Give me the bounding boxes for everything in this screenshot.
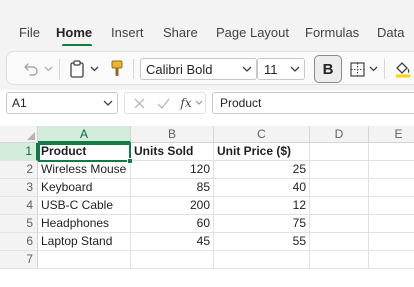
row-header-1[interactable]: 1 <box>0 143 38 161</box>
cell-c7[interactable] <box>214 251 310 269</box>
cell-e5[interactable] <box>369 215 414 233</box>
formula-input-value: Product <box>220 96 262 110</box>
toolbar-separator <box>59 59 60 79</box>
cell-d1[interactable] <box>310 143 369 161</box>
home-toolbar: Calibri Bold 11 B <box>6 51 414 85</box>
cell-d3[interactable] <box>310 179 369 197</box>
fill-color-icon[interactable] <box>393 59 413 79</box>
ribbon-tabs: File Home Insert Share Page Layout Formu… <box>0 0 414 47</box>
cell-b3[interactable]: 85 <box>131 179 214 197</box>
tab-data[interactable]: Data <box>377 25 404 40</box>
name-box[interactable]: A1 <box>6 92 118 114</box>
undo-dropdown-chevron-icon[interactable] <box>43 63 53 75</box>
tab-home[interactable]: Home <box>56 25 92 40</box>
insert-function-icon[interactable]: fx <box>178 95 194 111</box>
cell-e1[interactable] <box>369 143 414 161</box>
cell-e4[interactable] <box>369 197 414 215</box>
cell-b2[interactable]: 120 <box>131 161 214 179</box>
enter-check-icon[interactable] <box>156 97 170 109</box>
tab-insert[interactable]: Insert <box>111 25 144 40</box>
cell-e3[interactable] <box>369 179 414 197</box>
column-header-b[interactable]: B <box>131 126 214 143</box>
undo-icon[interactable] <box>21 59 41 79</box>
formula-controls: fx <box>124 92 206 114</box>
tab-page-layout[interactable]: Page Layout <box>216 25 289 40</box>
cell-e7[interactable] <box>369 251 414 269</box>
cell-d6[interactable] <box>310 233 369 251</box>
spreadsheet-grid: A B C D E 1 Product Units Sold Unit Pric… <box>0 116 414 287</box>
borders-icon[interactable] <box>348 60 366 78</box>
toolbar-separator <box>133 59 134 79</box>
chevron-down-icon[interactable] <box>195 99 203 107</box>
cell-a3[interactable]: Keyboard <box>38 179 131 197</box>
row-header-7[interactable]: 7 <box>0 251 38 269</box>
cell-b4[interactable]: 200 <box>131 197 214 215</box>
cell-e2[interactable] <box>369 161 414 179</box>
cell-c5[interactable]: 75 <box>214 215 310 233</box>
cell-d5[interactable] <box>310 215 369 233</box>
toolbar-separator <box>384 59 385 79</box>
font-size-combo[interactable]: 11 <box>257 58 305 80</box>
chevron-down-icon <box>242 63 252 78</box>
cell-a2[interactable]: Wireless Mouse <box>38 161 131 179</box>
row-header-6[interactable]: 6 <box>0 233 38 251</box>
paste-dropdown-chevron-icon[interactable] <box>89 63 99 75</box>
font-name-value: Calibri Bold <box>146 62 213 77</box>
cell-d2[interactable] <box>310 161 369 179</box>
tab-share[interactable]: Share <box>163 25 198 40</box>
row-header-4[interactable]: 4 <box>0 197 38 215</box>
formula-input[interactable]: Product <box>212 92 414 114</box>
cell-d7[interactable] <box>310 251 369 269</box>
name-box-value: A1 <box>12 96 27 110</box>
cell-c2[interactable]: 25 <box>214 161 310 179</box>
cell-c4[interactable]: 12 <box>214 197 310 215</box>
bold-button[interactable]: B <box>314 55 342 83</box>
cell-a6[interactable]: Laptop Stand <box>38 233 131 251</box>
paintbrush-icon[interactable] <box>108 59 126 79</box>
toolbar-area: Calibri Bold 11 B <box>0 46 414 90</box>
row-header-3[interactable]: 3 <box>0 179 38 197</box>
borders-dropdown-chevron-icon[interactable] <box>368 63 378 75</box>
formula-bar: A1 fx Product <box>0 90 414 116</box>
font-size-value: 11 <box>264 62 278 77</box>
select-all-button[interactable] <box>0 126 38 143</box>
row-header-5[interactable]: 5 <box>0 215 38 233</box>
cell-c1[interactable]: Unit Price ($) <box>214 143 310 161</box>
cell-e6[interactable] <box>369 233 414 251</box>
cell-b7[interactable] <box>131 251 214 269</box>
chevron-down-icon <box>103 97 113 112</box>
row-header-2[interactable]: 2 <box>0 161 38 179</box>
cell-d4[interactable] <box>310 197 369 215</box>
cell-a5[interactable]: Headphones <box>38 215 131 233</box>
tab-formulas[interactable]: Formulas <box>305 25 359 40</box>
clipboard-icon[interactable] <box>67 59 87 79</box>
column-header-d[interactable]: D <box>310 126 369 143</box>
tab-file[interactable]: File <box>19 25 40 40</box>
cancel-icon[interactable] <box>133 97 145 109</box>
cell-a4[interactable]: USB-C Cable <box>38 197 131 215</box>
column-header-c[interactable]: C <box>214 126 310 143</box>
cell-a7[interactable] <box>38 251 131 269</box>
cell-b6[interactable]: 45 <box>131 233 214 251</box>
bold-button-label: B <box>322 60 334 78</box>
cell-c3[interactable]: 40 <box>214 179 310 197</box>
cell-a1[interactable]: Product <box>38 143 131 161</box>
cell-b5[interactable]: 60 <box>131 215 214 233</box>
cell-c6[interactable]: 55 <box>214 233 310 251</box>
column-header-e[interactable]: E <box>369 126 414 143</box>
cell-b1[interactable]: Units Sold <box>131 143 214 161</box>
font-name-combo[interactable]: Calibri Bold <box>140 58 257 80</box>
chevron-down-icon <box>290 63 300 78</box>
column-header-a[interactable]: A <box>38 126 131 143</box>
